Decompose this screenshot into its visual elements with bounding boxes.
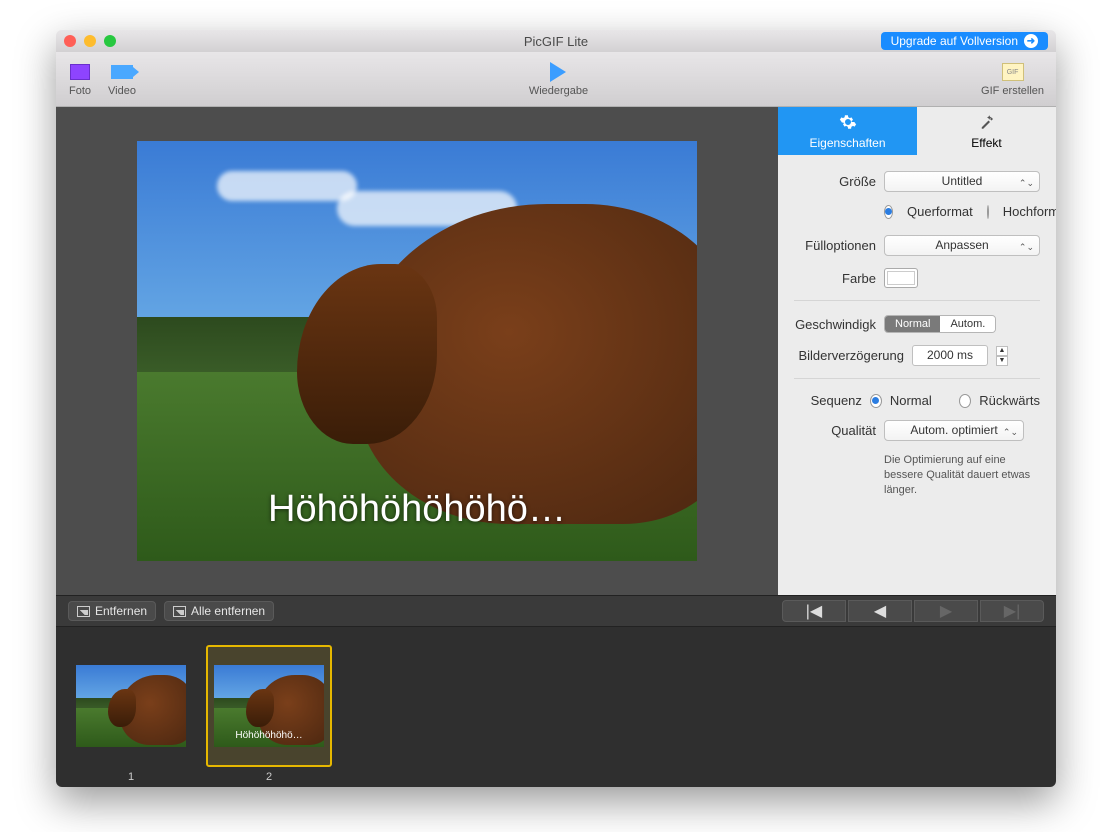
video-label: Video xyxy=(108,85,136,97)
quality-hint: Die Optimierung auf eine bessere Qualitä… xyxy=(794,453,1040,498)
divider xyxy=(794,300,1040,301)
size-value: Untitled xyxy=(942,174,983,188)
arrow-left-icon: ◀ xyxy=(874,601,886,621)
panel-tabs: Eigenschaften Effekt xyxy=(778,107,1056,155)
wand-icon xyxy=(978,113,996,134)
frame-nav: |◀ ◀ ▶ ▶| xyxy=(782,600,1044,622)
thumbnail-item[interactable]: 1 xyxy=(68,645,194,783)
chevron-updown-icon: ⌃⌄ xyxy=(1019,174,1034,193)
sequence-reverse-label: Rückwärts xyxy=(979,393,1040,408)
nav-next-button[interactable]: ▶ xyxy=(914,600,978,622)
color-label: Farbe xyxy=(794,271,876,286)
inspector-panel: Eigenschaften Effekt Größe Untitled ⌃⌄ xyxy=(778,107,1056,595)
minimize-window-button[interactable] xyxy=(84,35,96,47)
gear-icon xyxy=(839,113,857,134)
sequence-normal-label: Normal xyxy=(890,393,932,408)
upgrade-label: Upgrade auf Vollversion xyxy=(891,34,1018,48)
speed-auto[interactable]: Autom. xyxy=(940,316,995,332)
upgrade-button[interactable]: Upgrade auf Vollversion ➜ xyxy=(881,32,1048,50)
nav-last-button[interactable]: ▶| xyxy=(980,600,1044,622)
panel-body: Größe Untitled ⌃⌄ Querformat Hochformat … xyxy=(778,155,1056,514)
toolbar-video-button[interactable]: Video xyxy=(108,61,136,97)
timeline-strip: Entfernen Alle entfernen |◀ ◀ ▶ ▶| 1 xyxy=(56,595,1056,787)
fill-select[interactable]: Anpassen ⌃⌄ xyxy=(884,235,1040,256)
preview-caption: Höhöhöhöhöhö… xyxy=(137,488,697,531)
photo-icon xyxy=(70,64,90,80)
chevron-updown-icon: ⌃⌄ xyxy=(1019,238,1034,257)
zoom-window-button[interactable] xyxy=(104,35,116,47)
video-icon xyxy=(111,65,133,79)
image-icon xyxy=(173,606,186,617)
main-area: Höhöhöhöhöhö… Eigenschaften Effekt xyxy=(56,107,1056,595)
toolbar-create-gif-button[interactable]: GIF GIF erstellen xyxy=(981,61,1044,97)
timeline-toolbar: Entfernen Alle entfernen |◀ ◀ ▶ ▶| xyxy=(56,595,1056,627)
remove-label: Entfernen xyxy=(95,604,147,618)
preview-image[interactable]: Höhöhöhöhöhö… xyxy=(137,141,697,561)
tab-effect-label: Effekt xyxy=(971,136,1001,150)
image-icon xyxy=(77,606,90,617)
toolbar: Foto Video Wiedergabe GIF GIF erstellen xyxy=(56,52,1056,107)
remove-all-label: Alle entfernen xyxy=(191,604,265,618)
quality-select[interactable]: Autom. optimiert ⌃⌄ xyxy=(884,420,1024,441)
gif-icon: GIF xyxy=(1002,63,1024,81)
thumbnail-item[interactable]: Höhöhöhöhö… 2 xyxy=(206,645,332,783)
titlebar: PicGIF Lite Upgrade auf Vollversion ➜ xyxy=(56,30,1056,52)
wiedergabe-label: Wiedergabe xyxy=(529,85,588,97)
speed-segmented[interactable]: Normal Autom. xyxy=(884,315,996,333)
tab-properties-label: Eigenschaften xyxy=(809,136,885,150)
orientation-landscape-radio[interactable] xyxy=(884,205,893,219)
skip-start-icon: |◀ xyxy=(806,601,822,621)
stepper-up-icon[interactable]: ▲ xyxy=(996,346,1008,356)
speed-label: Geschwindigk xyxy=(794,317,876,332)
toolbar-play-button[interactable]: Wiedergabe xyxy=(529,61,588,97)
speed-normal[interactable]: Normal xyxy=(885,316,940,332)
sequence-label: Sequenz xyxy=(794,393,862,408)
delay-stepper[interactable]: ▲ ▼ xyxy=(996,346,1008,366)
nav-first-button[interactable]: |◀ xyxy=(782,600,846,622)
arrow-right-icon: ▶ xyxy=(940,601,952,621)
size-select[interactable]: Untitled ⌃⌄ xyxy=(884,171,1040,192)
divider xyxy=(794,378,1040,379)
thumb-number: 2 xyxy=(266,771,272,783)
tab-properties[interactable]: Eigenschaften xyxy=(778,107,917,155)
remove-all-button[interactable]: Alle entfernen xyxy=(164,601,274,621)
sequence-reverse-radio[interactable] xyxy=(959,394,971,408)
delay-field[interactable]: 2000 ms xyxy=(912,345,988,366)
thumbnails: 1 Höhöhöhöhö… 2 xyxy=(56,627,1056,787)
size-label: Größe xyxy=(794,174,876,189)
play-icon xyxy=(550,62,566,82)
sequence-normal-radio[interactable] xyxy=(870,394,882,408)
tab-effect[interactable]: Effekt xyxy=(917,107,1056,155)
gif-erstellen-label: GIF erstellen xyxy=(981,85,1044,97)
landscape-label: Querformat xyxy=(907,204,973,219)
quality-label: Qualität xyxy=(794,423,876,438)
chevron-updown-icon: ⌃⌄ xyxy=(1003,423,1018,442)
portrait-label: Hochformat xyxy=(1003,204,1056,219)
thumb-number: 1 xyxy=(128,771,134,783)
stepper-down-icon[interactable]: ▼ xyxy=(996,356,1008,366)
color-well[interactable] xyxy=(884,268,918,288)
app-window: PicGIF Lite Upgrade auf Vollversion ➜ Fo… xyxy=(56,30,1056,787)
remove-button[interactable]: Entfernen xyxy=(68,601,156,621)
nav-prev-button[interactable]: ◀ xyxy=(848,600,912,622)
orientation-portrait-radio[interactable] xyxy=(987,205,989,219)
thumb-caption: Höhöhöhöhö… xyxy=(214,730,324,741)
skip-end-icon: ▶| xyxy=(1004,601,1020,621)
canvas-area: Höhöhöhöhöhö… xyxy=(56,107,778,595)
close-window-button[interactable] xyxy=(64,35,76,47)
window-controls xyxy=(64,35,116,47)
fill-value: Anpassen xyxy=(935,238,988,252)
toolbar-foto-button[interactable]: Foto xyxy=(68,61,92,97)
quality-value: Autom. optimiert xyxy=(910,423,997,437)
fill-label: Fülloptionen xyxy=(794,238,876,253)
arrow-right-icon: ➜ xyxy=(1024,34,1038,48)
foto-label: Foto xyxy=(69,85,91,97)
delay-label: Bilderverzögerung xyxy=(794,348,904,363)
